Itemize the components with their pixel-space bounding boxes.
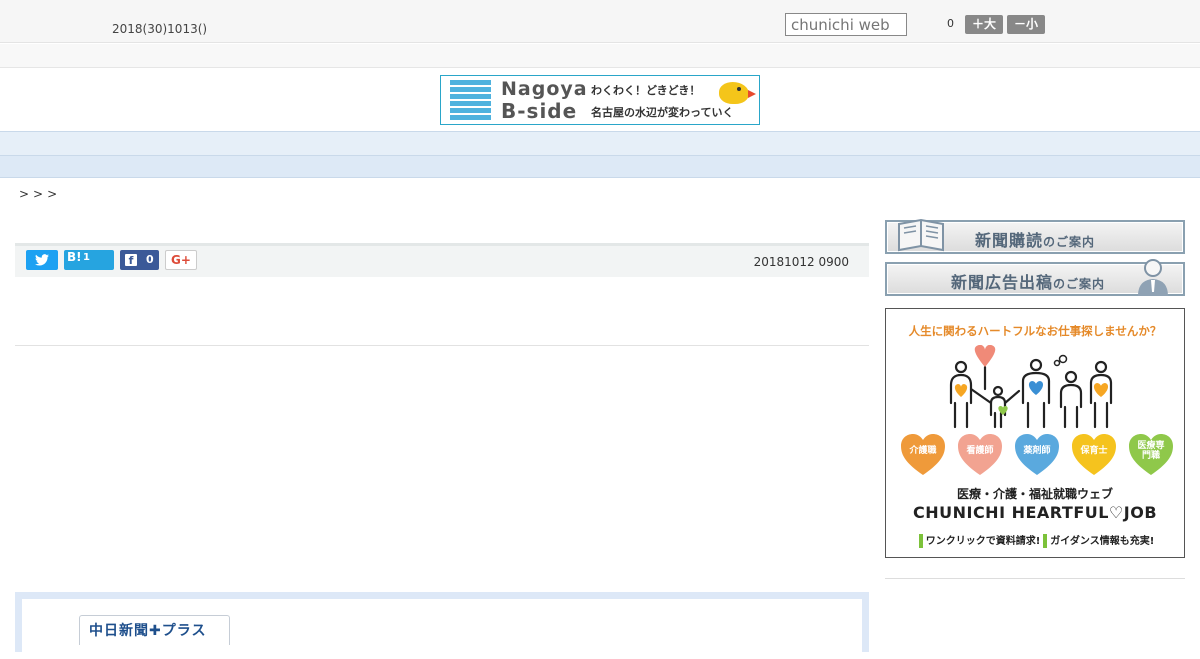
- chunichi-plus-logo[interactable]: 中日新聞✚プラス: [79, 615, 230, 645]
- ad-headline: 人生に関わるハートフルなお仕事探しませんか？: [908, 324, 1162, 338]
- facebook-icon: f: [125, 254, 137, 267]
- advertise-info-button[interactable]: 新聞広告出稿のご案内: [885, 259, 1185, 296]
- article-timestamp: 20181012 0900: [753, 255, 849, 269]
- main-nav: [0, 131, 1200, 156]
- ad-line1: 医療・介護・福祉就職ウェブ: [956, 487, 1113, 501]
- font-smaller-button[interactable]: －小: [1007, 15, 1045, 34]
- businessman-icon: [1138, 259, 1168, 296]
- twitter-icon: [35, 254, 49, 266]
- heart-kangoshi-label: 看護師: [966, 446, 994, 456]
- googleplus-share-button[interactable]: G+: [165, 250, 197, 270]
- font-larger-button[interactable]: ＋大: [965, 15, 1003, 34]
- advertise-sub-label: のご案内: [1053, 277, 1106, 291]
- breadcrumb: >>>: [19, 187, 62, 201]
- facebook-share-button[interactable]: f 0: [120, 250, 159, 270]
- ad-line3: ワンクリックで資料請求! ガイダンス情報も充実!: [886, 532, 1184, 548]
- share-bar: B! 1 f 0 G+ 20181012 0900: [15, 243, 869, 277]
- bird-eye: [737, 87, 741, 91]
- subscribe-info-button[interactable]: 新聞購読のご案内: [885, 218, 1185, 254]
- font-size-count: 0: [947, 17, 954, 30]
- hatena-bookmark-button[interactable]: B! 1: [64, 250, 114, 270]
- heartful-job-ad[interactable]: 人生に関わるハートフルなお仕事探しませんか？ 介護職 看護師 薬剤師 保育士 医…: [885, 308, 1185, 558]
- content-divider: [15, 345, 869, 346]
- heart-kaigo-label: 介護職: [909, 446, 937, 456]
- bside-logo-icon: [450, 80, 491, 120]
- heart-yakuzaishi-label: 薬剤師: [1023, 446, 1051, 456]
- heart-iryo-senmonshoku: 医療専門職: [1129, 434, 1173, 476]
- heart-hoikushi-label: 保育士: [1080, 446, 1108, 456]
- nav-item-7[interactable]: [647, 136, 687, 155]
- nav-item-5[interactable]: [487, 136, 527, 155]
- nav-item-9[interactable]: [807, 136, 847, 155]
- ad-line2: CHUNICHI HEARTFUL♡JOB: [912, 503, 1158, 522]
- nav-item-8[interactable]: [727, 136, 767, 155]
- nagoya-bside-banner[interactable]: Nagoya B-side わくわく！どきどき！ 名古屋の水辺が変わっていく: [440, 75, 760, 125]
- sub-nav: [0, 156, 1200, 178]
- banner-subtitle-line1: わくわく！どきどき！: [591, 84, 701, 97]
- nav-item-2[interactable]: [247, 136, 287, 155]
- sidebar-divider: [885, 578, 1185, 579]
- twitter-share-button[interactable]: [26, 250, 58, 270]
- header-date: 2018(30)1013(): [112, 22, 208, 36]
- search-input[interactable]: [785, 13, 907, 36]
- subscribe-sub-label: のご案内: [1043, 235, 1096, 249]
- newspaper-icon: [898, 218, 944, 252]
- subscribe-main-label: 新聞購読: [975, 231, 1044, 250]
- facebook-count: 0: [146, 253, 154, 266]
- secondary-strip: [0, 44, 1200, 68]
- nav-item-3[interactable]: [327, 136, 367, 155]
- ad-line3b: ガイダンス情報も充実!: [1050, 536, 1155, 547]
- top-bar: 2018(30)1013() 0 ＋大 －小: [0, 0, 1200, 43]
- heart-kaigo: 介護職: [901, 434, 945, 476]
- nav-item-1[interactable]: [167, 136, 207, 155]
- banner-title-line1: Nagoya: [501, 78, 588, 100]
- heart-hoikushi: 保育士: [1072, 434, 1116, 476]
- heart-iryo-senmonshoku-label: 医療専門職: [1137, 441, 1165, 461]
- chunichi-plus-logo-text: 中日新聞✚プラス: [89, 623, 207, 639]
- heart-kangoshi: 看護師: [958, 434, 1002, 476]
- heart-yakuzaishi: 薬剤師: [1015, 434, 1059, 476]
- banner-subtitle-line2: 名古屋の水辺が変わっていく: [591, 106, 734, 119]
- ad-line3a: ワンクリックで資料請求!: [925, 536, 1041, 547]
- advertise-main-label: 新聞広告出稿: [951, 273, 1054, 292]
- nav-item-6[interactable]: [567, 136, 607, 155]
- bird-icon: [719, 82, 756, 104]
- banner-title-line2: B-side: [501, 99, 578, 123]
- family-illustration: [949, 345, 1113, 429]
- hatena-count: 1: [83, 252, 90, 263]
- nav-item-4[interactable]: [407, 136, 447, 155]
- hatena-icon: B!: [67, 250, 82, 264]
